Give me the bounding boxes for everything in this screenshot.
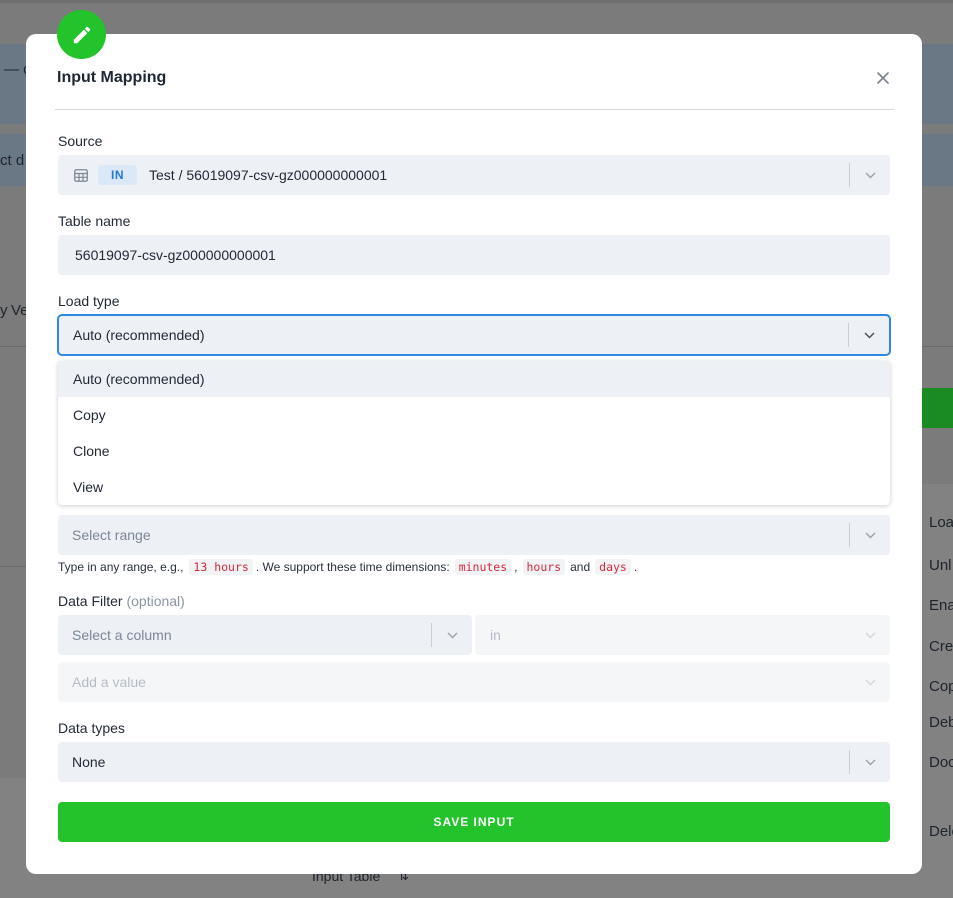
hint-code-days: days xyxy=(595,559,631,575)
source-value: Test / 56019097-csv-gz000000000001 xyxy=(149,167,388,183)
menu-item-clone[interactable]: Clone xyxy=(58,433,890,469)
data-types-value: None xyxy=(72,754,106,770)
chevron-down-icon[interactable] xyxy=(850,172,890,179)
hint-code-minutes: minutes xyxy=(454,559,512,575)
table-name-value: 56019097-csv-gz000000000001 xyxy=(75,247,276,263)
input-mapping-modal: Input Mapping Source IN Test / 56019097-… xyxy=(26,34,922,874)
bg-right-item: Unl xyxy=(929,557,952,574)
operator-value: in xyxy=(490,627,501,643)
close-button[interactable] xyxy=(874,69,892,87)
hint-text: Type in any range, e.g., xyxy=(58,560,184,574)
bg-text-fragment: ct d xyxy=(0,152,25,169)
range-placeholder: Select range xyxy=(72,527,151,543)
column-placeholder: Select a column xyxy=(72,627,172,643)
data-types-select[interactable]: None xyxy=(58,742,890,782)
save-input-button[interactable]: SAVE INPUT xyxy=(58,802,890,842)
bg-text-fragment: y xyxy=(0,302,8,319)
chevron-down-icon[interactable] xyxy=(850,532,890,539)
load-type-value: Auto (recommended) xyxy=(73,327,205,343)
header-divider xyxy=(55,109,894,110)
close-icon xyxy=(877,72,889,84)
filter-column-select[interactable]: Select a column xyxy=(58,615,472,655)
bg-right-item: Deb xyxy=(929,714,953,731)
table-icon xyxy=(74,168,88,182)
bg-right-item: Cop xyxy=(929,678,953,695)
hint-text: . We support these time dimensions: xyxy=(255,560,450,574)
bg-right-item: Doc xyxy=(929,754,953,771)
source-select[interactable]: IN Test / 56019097-csv-gz000000000001 xyxy=(58,155,890,195)
stage-badge: IN xyxy=(98,165,137,185)
bg-green-button xyxy=(922,388,953,428)
value-placeholder: Add a value xyxy=(72,674,146,690)
optional-tag: (optional) xyxy=(126,593,185,609)
range-hint: Type in any range, e.g., 13 hours . We s… xyxy=(58,559,638,575)
chevron-down-icon[interactable] xyxy=(432,632,472,639)
modal-title: Input Mapping xyxy=(57,69,167,86)
chevron-down-icon xyxy=(850,679,890,686)
data-filter-label: Data Filter (optional) xyxy=(58,593,185,609)
load-type-label: Load type xyxy=(58,293,120,309)
bg-right-item: Cre xyxy=(929,638,953,655)
bg-right-item: Loa xyxy=(929,514,953,531)
data-types-label: Data types xyxy=(58,720,125,736)
table-name-label: Table name xyxy=(58,213,131,229)
table-name-input[interactable]: 56019097-csv-gz000000000001 xyxy=(58,235,890,275)
menu-item-copy[interactable]: Copy xyxy=(58,397,890,433)
bg-right-item: Dele xyxy=(929,823,953,840)
changed-in-last-select[interactable]: Select range xyxy=(58,515,890,555)
menu-item-view[interactable]: View xyxy=(58,469,890,505)
pencil-icon xyxy=(73,26,90,43)
source-label: Source xyxy=(58,133,103,149)
chevron-down-icon[interactable] xyxy=(850,759,890,766)
filter-value-select[interactable]: Add a value xyxy=(58,662,890,702)
bg-top-border xyxy=(0,0,953,3)
chevron-down-icon xyxy=(850,632,890,639)
load-type-menu: Auto (recommended) Copy Clone View xyxy=(58,361,890,505)
hint-code-example: 13 hours xyxy=(189,559,253,575)
filter-operator-select[interactable]: in xyxy=(475,615,890,655)
hint-text: and xyxy=(570,560,591,574)
load-type-select[interactable]: Auto (recommended) xyxy=(58,315,890,355)
hint-text: . xyxy=(633,560,638,574)
bg-right-item: Ena xyxy=(929,597,953,614)
edit-badge xyxy=(57,10,106,59)
chevron-down-icon[interactable] xyxy=(849,331,889,339)
hint-code-hours: hours xyxy=(522,559,566,575)
menu-item-auto[interactable]: Auto (recommended) xyxy=(58,361,890,397)
